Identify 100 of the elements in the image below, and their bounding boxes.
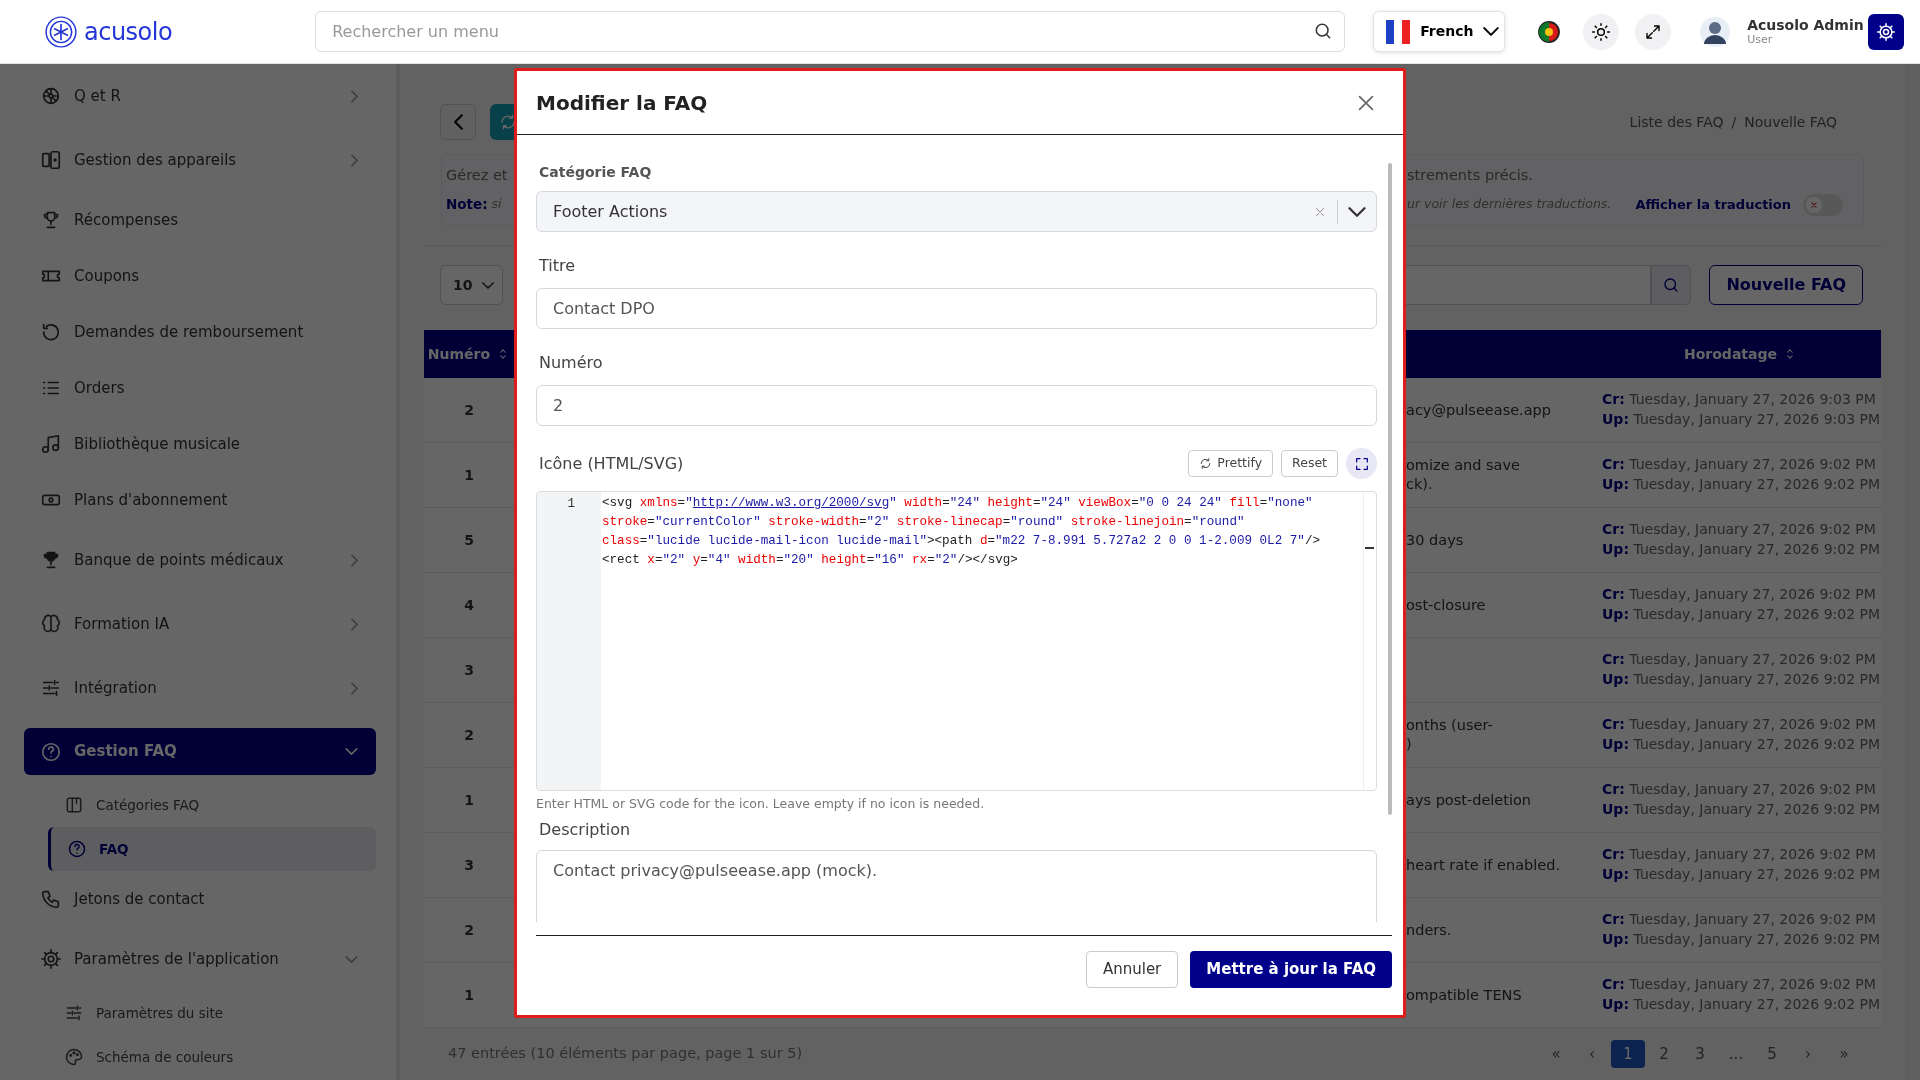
back-button[interactable]	[440, 104, 476, 140]
page-link[interactable]: ‹	[1575, 1040, 1609, 1068]
settings-icon	[1876, 21, 1896, 42]
language-button[interactable]: French	[1373, 11, 1506, 52]
help-icon	[67, 839, 87, 859]
palette-icon	[64, 1047, 84, 1067]
reset-button[interactable]: Reset	[1281, 450, 1338, 477]
help-text: Enter HTML or SVG code for the icon. Leave empty if no icon is needed.	[536, 795, 986, 813]
field-label: Catégorie FAQ	[539, 163, 653, 182]
gear-icon	[40, 948, 62, 970]
title-input[interactable]: Contact DPO	[536, 288, 1377, 329]
table-cell-text: 2	[463, 725, 475, 745]
table-cell: ost-closure	[1406, 595, 1486, 615]
cancel-button[interactable]: Annuler	[1085, 951, 1179, 988]
sidebar-subitem[interactable]: Catégories FAQ	[48, 783, 376, 827]
table-cell: ays post-deletion	[1406, 790, 1532, 810]
timestamp-text: Cr: Tuesday, January 27, 2026 9:02 PM	[1602, 910, 1876, 930]
column-header[interactable]: Numéro	[427, 343, 491, 365]
page-link[interactable]: ›	[1791, 1040, 1825, 1068]
toggle-label: Afficher la traduction	[1635, 195, 1791, 214]
prettify-button[interactable]: Prettify	[1188, 450, 1274, 477]
new-faq-button[interactable]: Nouvelle FAQ	[1709, 265, 1863, 305]
page-link[interactable]: 3	[1683, 1040, 1717, 1068]
timestamp-text: Cr: Tuesday, January 27, 2026 9:03 PM	[1602, 390, 1876, 410]
search-field[interactable]: Rechercher un menu	[315, 11, 1346, 52]
theme-button[interactable]	[1583, 13, 1620, 50]
timestamp-text: Up: Tuesday, January 27, 2026 9:02 PM	[1602, 930, 1881, 949]
code-editor[interactable]	[536, 491, 1377, 791]
table-cell: nders.	[1406, 920, 1452, 940]
table-cell: onths (user-	[1406, 716, 1493, 735]
grid-icon	[64, 795, 84, 815]
fullscreen-button[interactable]	[1346, 448, 1377, 479]
sidebar-item[interactable]: Récompenses	[24, 192, 376, 248]
sidebar-item[interactable]: Bibliothèque musicale	[24, 416, 376, 472]
translation-toggle[interactable]	[1803, 193, 1843, 216]
search-field[interactable]	[1406, 265, 1652, 305]
page-link[interactable]: 2	[1647, 1040, 1681, 1068]
number-input[interactable]: 2	[536, 385, 1377, 426]
description-textarea[interactable]: Contact privacy@pulseease.app (mock).	[536, 849, 1377, 922]
page-link[interactable]: ...	[1719, 1040, 1753, 1068]
user-name: Acusolo Admin	[1747, 16, 1864, 34]
scrollbar[interactable]	[1388, 163, 1392, 815]
table-cell-text: 4	[463, 595, 475, 615]
page-link[interactable]: 5	[1755, 1040, 1789, 1068]
timestamp-text: Cr: Tuesday, January 27, 2026 9:02 PM	[1602, 520, 1876, 540]
breadcrumb-link[interactable]: Liste des FAQ	[1629, 111, 1724, 133]
sidebar-item[interactable]: Gestion des appareils	[24, 128, 376, 192]
search-button[interactable]	[1651, 265, 1692, 305]
sidebar-item[interactable]: Orders	[24, 360, 376, 416]
column-header[interactable]: Horodatage	[1684, 343, 1777, 365]
sidebar-item[interactable]: Plans d'abonnement	[24, 472, 376, 528]
sidebar-item[interactable]: Banque de points médicaux	[24, 528, 376, 592]
timestamp-text: Cr: Tuesday, January 27, 2026 9:02 PM	[1602, 780, 1876, 800]
user-role: User	[1747, 33, 1774, 47]
page-link[interactable]: «	[1539, 1040, 1573, 1068]
sidebar-subitem[interactable]: FAQ	[48, 827, 376, 871]
timestamp-text: Up: Tuesday, January 27, 2026 9:02 PM	[1602, 800, 1881, 819]
timestamp-text: Cr: Tuesday, January 27, 2026 9:02 PM	[1602, 585, 1876, 605]
sidebar-subitem[interactable]: Schéma de couleurs	[48, 1035, 376, 1079]
modal-title: Modifier la FAQ	[536, 89, 708, 117]
sidebar-item[interactable]: Intégration	[24, 656, 376, 720]
logo-text: acusolo	[84, 16, 173, 48]
timestamp-text: Up: Tuesday, January 27, 2026 9:02 PM	[1602, 735, 1881, 754]
fullscreen-button[interactable]	[1635, 13, 1672, 50]
table-cell-text: 5	[463, 530, 475, 550]
close-icon	[1809, 199, 1819, 210]
chevron-icon	[482, 281, 494, 289]
settings-button[interactable]	[1868, 13, 1904, 50]
chevron-icon	[1483, 27, 1500, 36]
timestamp-text: Cr: Tuesday, January 27, 2026 9:02 PM	[1602, 715, 1876, 735]
sidebar-item[interactable]: Jetons de contact	[24, 871, 376, 927]
page-size-select[interactable]: 10	[440, 265, 503, 305]
update-button[interactable]: Mettre à jour la FAQ	[1190, 951, 1392, 988]
sidebar-item[interactable]: Coupons	[24, 248, 376, 304]
sliders-icon	[64, 1003, 84, 1023]
sidebar-item[interactable]: Paramètres de l'application	[24, 927, 376, 991]
timestamp-text: Up: Tuesday, January 27, 2026 9:03 PM	[1602, 410, 1881, 429]
sidebar-item[interactable]: Demandes de remboursement	[24, 304, 376, 360]
category-select[interactable]: Footer Actions	[536, 191, 1377, 232]
table-cell: omize and save	[1406, 456, 1520, 475]
table-cell: )	[1406, 735, 1412, 754]
phone-icon	[40, 888, 62, 910]
sidebar-item[interactable]: Formation IA	[24, 592, 376, 656]
page-link[interactable]: 1	[1611, 1040, 1645, 1068]
table-cell-text: 1	[463, 465, 475, 485]
timestamp-text: Up: Tuesday, January 27, 2026 9:02 PM	[1602, 670, 1881, 689]
table-cell: heart rate if enabled.	[1406, 855, 1561, 875]
scrollbar[interactable]	[1905, 64, 1920, 1080]
sun-icon	[1591, 21, 1612, 42]
sidebar-item[interactable]: Gestion FAQ	[24, 728, 376, 775]
table-cell-text: 1	[463, 985, 475, 1005]
table-cell-text: 3	[463, 660, 475, 680]
sidebar-subitem[interactable]: Paramètres du site	[48, 991, 376, 1035]
timestamp-text: Cr: Tuesday, January 27, 2026 9:02 PM	[1602, 455, 1876, 475]
breadcrumb-link[interactable]: Nouvelle FAQ	[1744, 111, 1837, 133]
timestamp-text: Up: Tuesday, January 27, 2026 9:02 PM	[1602, 605, 1881, 624]
page-link[interactable]: »	[1827, 1040, 1861, 1068]
table-cell: acy@pulseease.app	[1406, 400, 1552, 420]
sidebar-item[interactable]: Q et R	[24, 64, 376, 128]
timestamp-text: Cr: Tuesday, January 27, 2026 9:02 PM	[1602, 845, 1876, 865]
